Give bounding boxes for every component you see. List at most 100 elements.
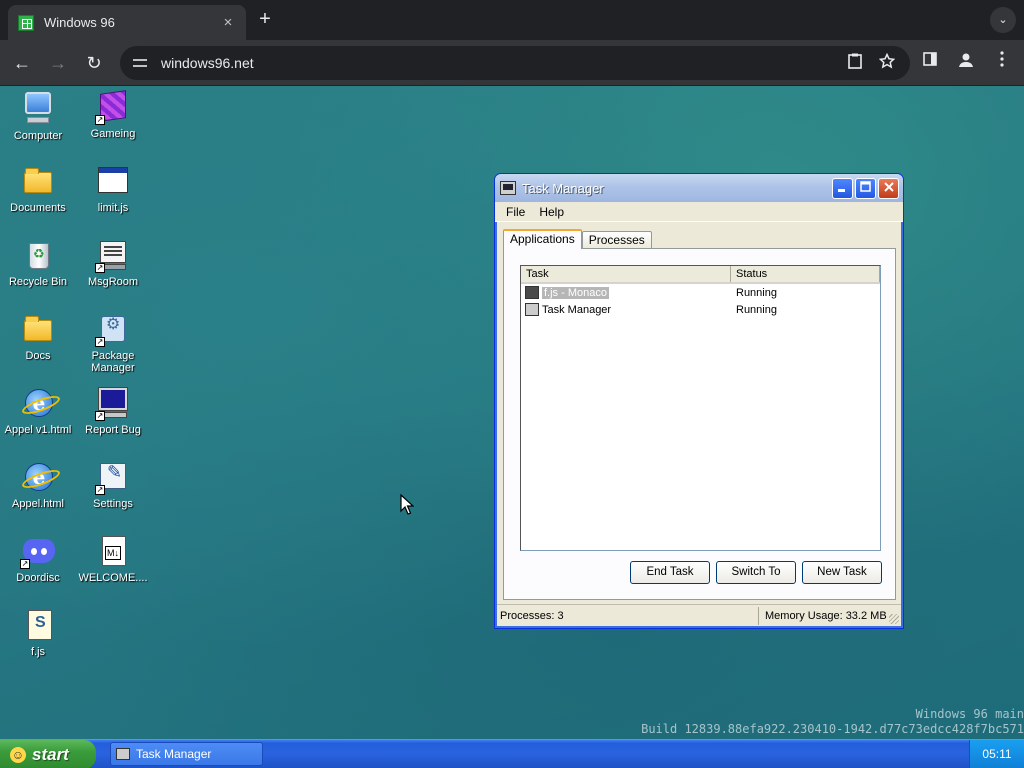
browser-menu-icon[interactable] <box>990 51 1014 75</box>
documents-icon <box>24 168 52 193</box>
desktop-icon-label: Doordisc <box>16 572 60 584</box>
side-panel-icon[interactable] <box>918 51 942 75</box>
new-tab-button[interactable]: + <box>254 9 276 31</box>
desktop-icon-recycle-bin[interactable]: Recycle Bin <box>0 238 76 288</box>
ie-icon: e <box>25 389 53 417</box>
shortcut-arrow-icon: ↗ <box>20 559 30 569</box>
menu-help[interactable]: Help <box>532 205 571 219</box>
windows96-favicon-icon <box>18 14 34 31</box>
status-memory: Memory Usage: 33.2 MB <box>765 609 887 622</box>
browser-toolbar: ← → ↻ windows96.net <box>0 40 1024 86</box>
applications-panel: Task Status f.js - Monaco Running Task M… <box>503 248 896 600</box>
recycle-bin-icon <box>29 243 49 269</box>
monaco-app-icon <box>525 286 539 299</box>
reload-button[interactable]: ↻ <box>82 51 106 75</box>
start-button[interactable]: ☺ start <box>0 740 96 768</box>
tab-processes[interactable]: Processes <box>581 231 652 249</box>
tab-close-icon[interactable]: × <box>220 14 236 31</box>
end-task-button[interactable]: End Task <box>630 561 710 584</box>
column-header-task[interactable]: Task <box>521 266 731 282</box>
status-bar: Processes: 3 Memory Usage: 33.2 MB <box>497 604 901 626</box>
js-file-icon <box>28 610 52 640</box>
task-manager-window[interactable]: Task Manager File Help Applications Proc… <box>494 173 904 629</box>
watermark-line-1: Windows 96 main <box>915 707 1024 721</box>
folder-icon <box>24 316 52 341</box>
taskbar-item-label: Task Manager <box>136 747 212 761</box>
desktop-icon-docs[interactable]: Docs <box>0 312 76 362</box>
minimize-button[interactable] <box>832 177 853 199</box>
desktop-icon-label: Recycle Bin <box>8 276 68 288</box>
desktop-icon-limit-js[interactable]: limit.js <box>75 164 151 214</box>
desktop-icon-report-bug[interactable]: ↗ Report Bug <box>75 386 151 436</box>
desktop-icon-label: Package Manager <box>91 350 135 374</box>
shortcut-arrow-icon: ↗ <box>95 337 105 347</box>
tab-title: Windows 96 <box>44 15 115 30</box>
markdown-icon <box>102 536 126 566</box>
desktop-icon-settings[interactable]: ↗ Settings <box>75 460 151 510</box>
desktop-icon-documents[interactable]: Documents <box>0 164 76 214</box>
browser-tab[interactable]: Windows 96 × <box>8 5 246 40</box>
column-header-status[interactable]: Status <box>731 266 880 282</box>
desktop-icon-gameing[interactable]: ↗ Gameing <box>75 90 151 140</box>
back-button[interactable]: ← <box>10 51 34 75</box>
bookmark-star-icon[interactable] <box>876 52 898 73</box>
shortcut-arrow-icon: ↗ <box>95 411 105 421</box>
maximize-button[interactable] <box>855 177 876 199</box>
monitor-icon <box>98 387 128 411</box>
smiley-icon: ☺ <box>10 746 26 763</box>
task-status: Running <box>736 286 777 299</box>
desktop-icon-computer[interactable]: Computer <box>0 90 76 142</box>
clipboard-icon[interactable] <box>844 53 866 73</box>
desktop-icon-label: MsgRoom <box>87 276 139 288</box>
forward-button[interactable]: → <box>46 51 70 75</box>
taskbar-item-task-manager[interactable]: Task Manager <box>110 742 263 766</box>
computer-icon <box>25 92 51 114</box>
ie-icon: e <box>25 463 53 491</box>
window-title-bar[interactable]: Task Manager <box>495 174 903 202</box>
url-text[interactable]: windows96.net <box>161 55 834 71</box>
task-list-header: Task Status <box>521 266 880 284</box>
desktop-icon-label: Report Bug <box>85 424 141 436</box>
address-bar[interactable]: windows96.net <box>120 46 910 80</box>
resize-grip-icon[interactable] <box>889 614 899 624</box>
desktop-icon-package-manager[interactable]: ↗ Package Manager <box>75 312 151 374</box>
system-tray-clock[interactable]: 05:11 <box>969 740 1024 768</box>
desktop-icon-label: Documents <box>10 202 66 214</box>
menu-bar: File Help <box>495 202 903 222</box>
desktop-icon-label: WELCOME.... <box>78 572 148 584</box>
desktop-icon-appel[interactable]: e Appel.html <box>0 460 76 510</box>
watermark-line-2: Build 12839.88efa922.230410-1942.d77c73e… <box>641 722 1024 736</box>
browser-tab-bar: Windows 96 × + ⌄ <box>0 0 1024 40</box>
desktop-icon-msgroom[interactable]: ↗ MsgRoom <box>75 238 151 288</box>
switch-to-button[interactable]: Switch To <box>716 561 796 584</box>
window-title: Task Manager <box>522 180 604 196</box>
site-info-icon[interactable] <box>132 55 148 71</box>
new-task-button[interactable]: New Task <box>802 561 882 584</box>
status-processes: Processes: 3 <box>497 606 759 625</box>
msgroom-icon <box>100 241 126 263</box>
task-name: f.js - Monaco <box>542 286 609 299</box>
build-watermark: Windows 96 main Build 12839.88efa922.230… <box>641 707 1024 737</box>
task-name: Task Manager <box>542 303 612 316</box>
task-list[interactable]: Task Status f.js - Monaco Running Task M… <box>520 265 881 551</box>
desktop-icon-label: Computer <box>13 130 63 142</box>
desktop-icon-label: f.js <box>30 646 46 658</box>
shortcut-arrow-icon: ↗ <box>95 115 105 125</box>
task-status: Running <box>736 303 777 316</box>
desktop-icon-label: Docs <box>25 350 51 362</box>
desktop-icon-label: Gameing <box>90 128 136 140</box>
task-manager-icon <box>116 748 130 760</box>
menu-file[interactable]: File <box>499 205 532 219</box>
table-row[interactable]: Task Manager Running <box>521 301 880 318</box>
tab-search-button[interactable]: ⌄ <box>990 7 1016 33</box>
desktop-icon-appel-v1[interactable]: e Appel v1.html <box>0 386 76 436</box>
tab-applications[interactable]: Applications <box>503 229 582 249</box>
tab-strip: Applications Processes <box>503 229 652 249</box>
desktop-icon-welcome[interactable]: WELCOME.... <box>75 534 151 584</box>
close-button[interactable] <box>878 177 899 199</box>
desktop-icon-label: Appel v1.html <box>4 424 72 436</box>
profile-icon[interactable] <box>954 51 978 75</box>
table-row[interactable]: f.js - Monaco Running <box>521 284 880 301</box>
desktop-icon-f-js[interactable]: f.js <box>0 608 76 658</box>
desktop-icon-doordisc[interactable]: ↗ Doordisc <box>0 534 76 584</box>
